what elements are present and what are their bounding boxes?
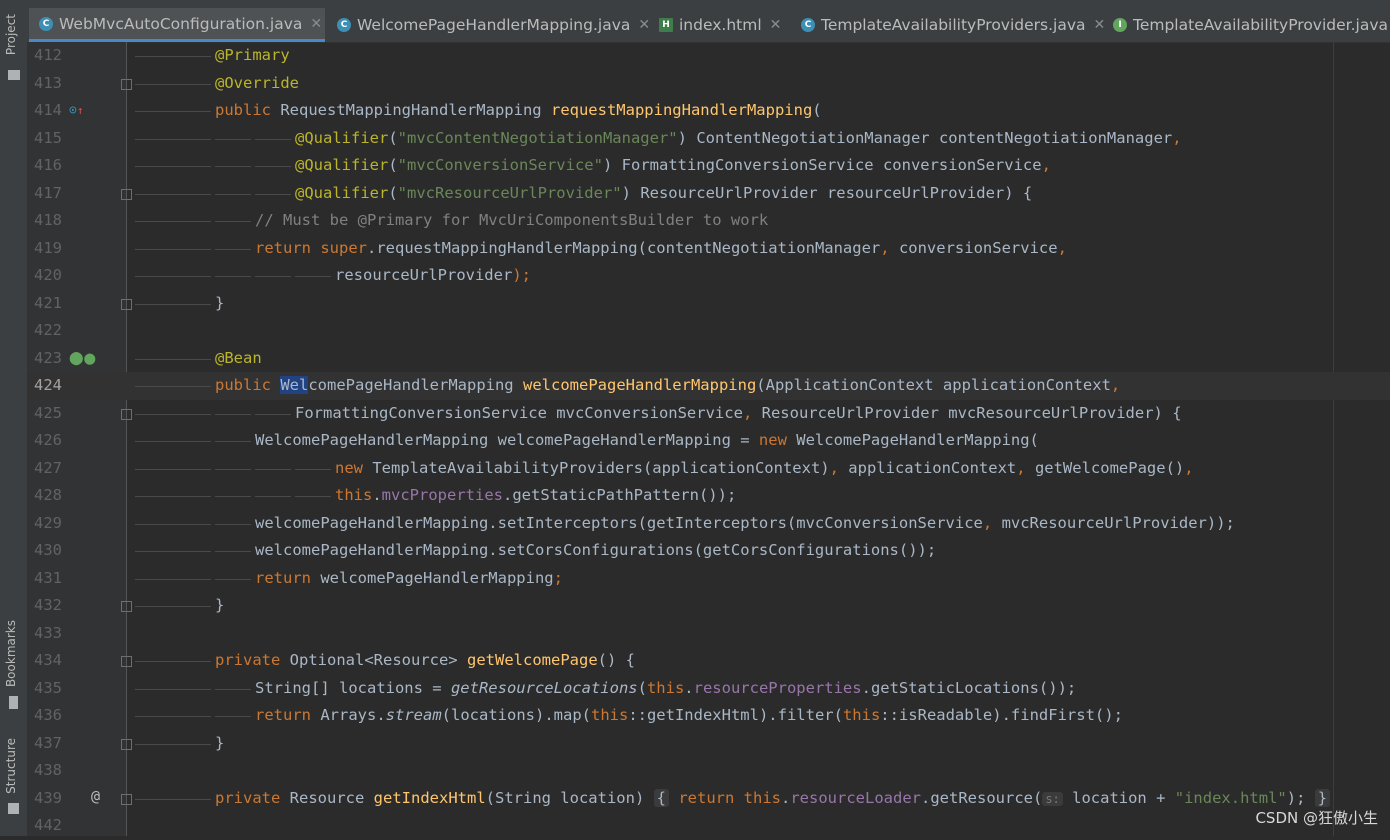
fold-toggle-icon[interactable]: [121, 78, 132, 90]
code-line[interactable]: 431 return welcomePageHandlerMapping;: [27, 565, 1390, 593]
line-number: 427: [34, 458, 62, 477]
line-number: 432: [34, 596, 62, 614]
override-marker-icon[interactable]: ⊙↑: [69, 103, 83, 118]
bookmark-icon[interactable]: [9, 696, 18, 709]
fold-toggle-icon[interactable]: [121, 738, 132, 750]
line-number: 423: [34, 348, 62, 367]
code-line[interactable]: 426 WelcomePageHandlerMapping welcomePag…: [27, 427, 1390, 455]
close-icon[interactable]: ✕: [310, 16, 322, 32]
tab-label: WelcomePageHandlerMapping.java: [357, 16, 631, 34]
tab-index-html[interactable]: H index.html ✕: [649, 8, 789, 42]
folded-brace[interactable]: }: [1314, 788, 1331, 807]
line-number: 418: [34, 211, 62, 229]
project-tool-button[interactable]: Project: [4, 14, 18, 55]
text-selection[interactable]: Wel: [280, 376, 309, 394]
line-number: 414: [34, 101, 62, 119]
tab-webmvcautoconfiguration[interactable]: C WebMvcAutoConfiguration.java ✕: [29, 8, 325, 42]
bean-marker-icon[interactable]: ⬤⬤: [69, 351, 96, 366]
line-number: 434: [34, 651, 62, 669]
line-number: 433: [34, 623, 62, 642]
line-number: 424: [34, 376, 62, 394]
code-line[interactable]: 420 resourceUrlProvider);: [27, 262, 1390, 290]
line-number: 429: [34, 513, 62, 532]
structure-icon[interactable]: [8, 803, 19, 814]
code-line[interactable]: 438: [27, 757, 1390, 785]
tab-welcomepagehandlermapping[interactable]: C WelcomePageHandlerMapping.java ✕: [327, 8, 650, 42]
at-sign-icon[interactable]: @: [91, 788, 100, 804]
code-line[interactable]: 428 this.mvcProperties.getStaticPathPatt…: [27, 482, 1390, 510]
html-file-icon: H: [659, 18, 673, 32]
code-line[interactable]: 416 @Qualifier("mvcConversionService") F…: [27, 152, 1390, 180]
tab-label: TemplateAvailabilityProvider.java: [1133, 16, 1389, 34]
code-line[interactable]: 414 ⊙↑ public RequestMappingHandlerMappi…: [27, 97, 1390, 125]
code-line[interactable]: 434 private Optional<Resource> getWelcom…: [27, 647, 1390, 675]
code-line[interactable]: 412 @Primary: [27, 42, 1390, 70]
code-line[interactable]: 417 @Qualifier("mvcResourceUrlProvider")…: [27, 180, 1390, 208]
code-line[interactable]: 422: [27, 317, 1390, 345]
code-line[interactable]: 418 // Must be @Primary for MvcUriCompon…: [27, 207, 1390, 235]
code-line[interactable]: 442: [27, 812, 1390, 840]
code-line[interactable]: 432 }: [27, 592, 1390, 620]
tab-label: index.html: [679, 16, 762, 34]
class-icon: C: [39, 16, 53, 31]
interface-icon: I: [1113, 18, 1127, 32]
line-number: 438: [34, 761, 62, 779]
code-line[interactable]: 437 }: [27, 730, 1390, 758]
code-line[interactable]: 435 String[] locations = getResourceLoca…: [27, 675, 1390, 703]
line-number: 417: [34, 183, 62, 202]
line-number: 419: [34, 238, 62, 257]
close-icon[interactable]: ✕: [770, 17, 782, 33]
code-line[interactable]: 433: [27, 620, 1390, 648]
structure-tool-button[interactable]: Structure: [4, 738, 18, 794]
line-number: 425: [34, 403, 62, 422]
fold-toggle-icon[interactable]: [121, 298, 132, 310]
code-line[interactable]: 436 return Arrays.stream(locations).map(…: [27, 702, 1390, 730]
line-number: 426: [34, 431, 62, 449]
line-number: 413: [34, 73, 62, 92]
line-number: 415: [34, 128, 62, 147]
line-number: 412: [34, 46, 62, 64]
editor-tab-bar: C WebMvcAutoConfiguration.java ✕ C Welco…: [27, 0, 1390, 43]
class-icon: C: [801, 18, 815, 32]
fold-toggle-icon[interactable]: [121, 408, 132, 420]
code-line[interactable]: 439 @ private Resource getIndexHtml(Stri…: [27, 785, 1390, 813]
fold-toggle-icon[interactable]: [121, 656, 132, 667]
line-number: 428: [34, 486, 62, 504]
line-number: 416: [34, 156, 62, 174]
code-line[interactable]: 430 welcomePageHandlerMapping.setCorsCon…: [27, 537, 1390, 565]
folder-icon[interactable]: [8, 70, 20, 80]
code-line[interactable]: 413 @Override: [27, 70, 1390, 98]
line-number: 439: [34, 788, 62, 807]
expand-fold-icon[interactable]: [121, 793, 132, 805]
current-code-line[interactable]: 424 public WelcomePageHandlerMapping wel…: [27, 372, 1390, 400]
line-number: 420: [34, 266, 62, 284]
line-number: 442: [34, 816, 62, 834]
code-line[interactable]: 429 welcomePageHandlerMapping.setInterce…: [27, 510, 1390, 538]
parameter-hint: s:: [1042, 791, 1063, 806]
code-line[interactable]: 415 @Qualifier("mvcContentNegotiationMan…: [27, 125, 1390, 153]
tab-templateavailabilityprovider[interactable]: I TemplateAvailabilityProvider.java: [1103, 8, 1390, 42]
line-number: 437: [34, 733, 62, 752]
code-line[interactable]: 421 }: [27, 290, 1390, 318]
line-number: 422: [34, 321, 62, 339]
fold-toggle-icon[interactable]: [121, 601, 132, 612]
fold-toggle-icon[interactable]: [121, 188, 132, 200]
code-line[interactable]: 425 FormattingConversionService mvcConve…: [27, 400, 1390, 428]
line-number: 436: [34, 706, 62, 724]
code-line[interactable]: 423 ⬤⬤ @Bean: [27, 345, 1390, 373]
watermark: CSDN @狂傲小生: [1255, 809, 1378, 827]
line-number: 430: [34, 541, 62, 559]
folded-brace[interactable]: {: [653, 788, 669, 807]
tab-label: WebMvcAutoConfiguration.java: [59, 14, 303, 33]
line-number: 421: [34, 293, 62, 312]
code-line[interactable]: 419 return super.requestMappingHandlerMa…: [27, 235, 1390, 263]
class-icon: C: [337, 18, 351, 32]
line-number: 435: [34, 678, 62, 697]
left-tool-strip: Project Bookmarks Structure: [0, 0, 28, 836]
tab-templateavailabilityproviders[interactable]: C TemplateAvailabilityProviders.java ✕: [791, 8, 1107, 42]
code-line[interactable]: 427 new TemplateAvailabilityProviders(ap…: [27, 455, 1390, 483]
line-number: 431: [34, 568, 62, 587]
bookmarks-tool-button[interactable]: Bookmarks: [4, 620, 18, 687]
tab-label: TemplateAvailabilityProviders.java: [821, 16, 1086, 34]
